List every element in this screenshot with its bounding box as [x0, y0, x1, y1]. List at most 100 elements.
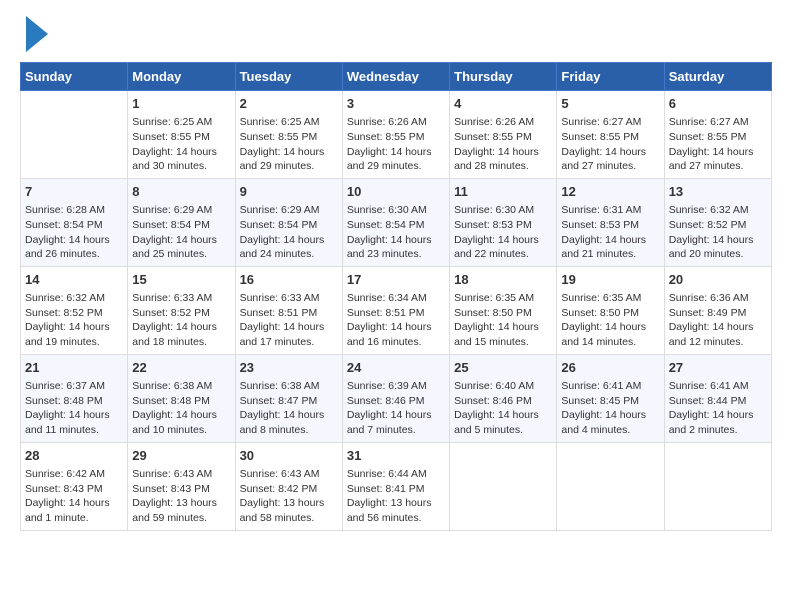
calendar-cell: 21 Sunrise: 6:37 AMSunset: 8:48 PMDayligh…: [21, 354, 128, 442]
calendar-cell: 25 Sunrise: 6:40 AMSunset: 8:46 PMDayligh…: [450, 354, 557, 442]
cell-content: Sunrise: 6:32 AMSunset: 8:52 PMDaylight:…: [25, 291, 123, 350]
day-number: 22: [132, 359, 230, 377]
cell-content: Sunrise: 6:41 AMSunset: 8:44 PMDaylight:…: [669, 379, 767, 438]
cell-content: Sunrise: 6:33 AMSunset: 8:52 PMDaylight:…: [132, 291, 230, 350]
calendar-cell: 27Sunrise: 6:41 AMSunset: 8:44 PMDayligh…: [664, 354, 771, 442]
calendar-cell: 18 Sunrise: 6:35 AMSunset: 8:50 PMDayligh…: [450, 266, 557, 354]
cell-content: Sunrise: 6:38 AMSunset: 8:48 PMDaylight:…: [132, 379, 230, 438]
cell-content: Sunrise: 6:32 AMSunset: 8:52 PMDaylight:…: [669, 203, 767, 262]
calendar-cell: 6 Sunrise: 6:27 AMSunset: 8:55 PMDaylight…: [664, 91, 771, 179]
calendar-cell: 31 Sunrise: 6:44 AMSunset: 8:41 PMDayligh…: [342, 442, 449, 530]
day-number: 29: [132, 447, 230, 465]
calendar-cell: 19 Sunrise: 6:35 AMSunset: 8:50 PMDayligh…: [557, 266, 664, 354]
day-number: 11: [454, 183, 552, 201]
day-number: 14: [25, 271, 123, 289]
day-number: 19: [561, 271, 659, 289]
calendar-cell: 17 Sunrise: 6:34 AMSunset: 8:51 PMDayligh…: [342, 266, 449, 354]
cell-content: Sunrise: 6:27 AMSunset: 8:55 PMDaylight:…: [669, 115, 767, 174]
calendar-cell: 22 Sunrise: 6:38 AMSunset: 8:48 PMDayligh…: [128, 354, 235, 442]
day-number: 21: [25, 359, 123, 377]
calendar-cell: 28 Sunrise: 6:42 AMSunset: 8:43 PMDayligh…: [21, 442, 128, 530]
day-number: 30: [240, 447, 338, 465]
cell-content: Sunrise: 6:26 AMSunset: 8:55 PMDaylight:…: [454, 115, 552, 174]
day-number: 4: [454, 95, 552, 113]
cell-content: Sunrise: 6:39 AMSunset: 8:46 PMDaylight:…: [347, 379, 445, 438]
day-number: 8: [132, 183, 230, 201]
cell-content: Sunrise: 6:30 AMSunset: 8:54 PMDaylight:…: [347, 203, 445, 262]
day-number: 16: [240, 271, 338, 289]
calendar-cell: [21, 91, 128, 179]
header-tuesday: Tuesday: [235, 63, 342, 91]
calendar-week-1: 1 Sunrise: 6:25 AMSunset: 8:55 PMDaylight…: [21, 91, 772, 179]
cell-content: Sunrise: 6:35 AMSunset: 8:50 PMDaylight:…: [561, 291, 659, 350]
cell-content: Sunrise: 6:33 AMSunset: 8:51 PMDaylight:…: [240, 291, 338, 350]
cell-content: Sunrise: 6:30 AMSunset: 8:53 PMDaylight:…: [454, 203, 552, 262]
calendar-cell: 9 Sunrise: 6:29 AMSunset: 8:54 PMDaylight…: [235, 178, 342, 266]
calendar-header-row: SundayMondayTuesdayWednesdayThursdayFrid…: [21, 63, 772, 91]
calendar-week-4: 21 Sunrise: 6:37 AMSunset: 8:48 PMDayligh…: [21, 354, 772, 442]
calendar-cell: 7 Sunrise: 6:28 AMSunset: 8:54 PMDaylight…: [21, 178, 128, 266]
calendar-cell: 14 Sunrise: 6:32 AMSunset: 8:52 PMDayligh…: [21, 266, 128, 354]
header-wednesday: Wednesday: [342, 63, 449, 91]
cell-content: Sunrise: 6:41 AMSunset: 8:45 PMDaylight:…: [561, 379, 659, 438]
day-number: 18: [454, 271, 552, 289]
day-number: 13: [669, 183, 767, 201]
cell-content: Sunrise: 6:31 AMSunset: 8:53 PMDaylight:…: [561, 203, 659, 262]
cell-content: Sunrise: 6:40 AMSunset: 8:46 PMDaylight:…: [454, 379, 552, 438]
cell-content: Sunrise: 6:44 AMSunset: 8:41 PMDaylight:…: [347, 467, 445, 526]
cell-content: Sunrise: 6:43 AMSunset: 8:42 PMDaylight:…: [240, 467, 338, 526]
day-number: 15: [132, 271, 230, 289]
day-number: 24: [347, 359, 445, 377]
header-sunday: Sunday: [21, 63, 128, 91]
day-number: 25: [454, 359, 552, 377]
cell-content: Sunrise: 6:36 AMSunset: 8:49 PMDaylight:…: [669, 291, 767, 350]
calendar-cell: 8 Sunrise: 6:29 AMSunset: 8:54 PMDaylight…: [128, 178, 235, 266]
calendar-cell: 11 Sunrise: 6:30 AMSunset: 8:53 PMDayligh…: [450, 178, 557, 266]
logo-arrow-icon: [26, 16, 48, 52]
calendar-cell: 1 Sunrise: 6:25 AMSunset: 8:55 PMDaylight…: [128, 91, 235, 179]
day-number: 10: [347, 183, 445, 201]
cell-content: Sunrise: 6:26 AMSunset: 8:55 PMDaylight:…: [347, 115, 445, 174]
cell-content: Sunrise: 6:25 AMSunset: 8:55 PMDaylight:…: [132, 115, 230, 174]
cell-content: Sunrise: 6:34 AMSunset: 8:51 PMDaylight:…: [347, 291, 445, 350]
logo: [20, 20, 48, 52]
day-number: 28: [25, 447, 123, 465]
calendar-week-3: 14 Sunrise: 6:32 AMSunset: 8:52 PMDayligh…: [21, 266, 772, 354]
day-number: 20: [669, 271, 767, 289]
day-number: 17: [347, 271, 445, 289]
cell-content: Sunrise: 6:43 AMSunset: 8:43 PMDaylight:…: [132, 467, 230, 526]
calendar-cell: 4 Sunrise: 6:26 AMSunset: 8:55 PMDaylight…: [450, 91, 557, 179]
header-saturday: Saturday: [664, 63, 771, 91]
day-number: 12: [561, 183, 659, 201]
calendar-cell: 12 Sunrise: 6:31 AMSunset: 8:53 PMDayligh…: [557, 178, 664, 266]
calendar-cell: [450, 442, 557, 530]
calendar-cell: 16 Sunrise: 6:33 AMSunset: 8:51 PMDayligh…: [235, 266, 342, 354]
calendar-cell: 20 Sunrise: 6:36 AMSunset: 8:49 PMDayligh…: [664, 266, 771, 354]
cell-content: Sunrise: 6:27 AMSunset: 8:55 PMDaylight:…: [561, 115, 659, 174]
day-number: 2: [240, 95, 338, 113]
cell-content: Sunrise: 6:37 AMSunset: 8:48 PMDaylight:…: [25, 379, 123, 438]
day-number: 9: [240, 183, 338, 201]
cell-content: Sunrise: 6:28 AMSunset: 8:54 PMDaylight:…: [25, 203, 123, 262]
cell-content: Sunrise: 6:25 AMSunset: 8:55 PMDaylight:…: [240, 115, 338, 174]
header-monday: Monday: [128, 63, 235, 91]
day-number: 7: [25, 183, 123, 201]
day-number: 23: [240, 359, 338, 377]
calendar-cell: [664, 442, 771, 530]
day-number: 26: [561, 359, 659, 377]
calendar-cell: 10 Sunrise: 6:30 AMSunset: 8:54 PMDayligh…: [342, 178, 449, 266]
calendar-week-5: 28 Sunrise: 6:42 AMSunset: 8:43 PMDayligh…: [21, 442, 772, 530]
calendar-cell: 3Sunrise: 6:26 AMSunset: 8:55 PMDaylight…: [342, 91, 449, 179]
cell-content: Sunrise: 6:29 AMSunset: 8:54 PMDaylight:…: [132, 203, 230, 262]
day-number: 1: [132, 95, 230, 113]
calendar-table: SundayMondayTuesdayWednesdayThursdayFrid…: [20, 62, 772, 531]
header-thursday: Thursday: [450, 63, 557, 91]
day-number: 31: [347, 447, 445, 465]
cell-content: Sunrise: 6:35 AMSunset: 8:50 PMDaylight:…: [454, 291, 552, 350]
day-number: 5: [561, 95, 659, 113]
cell-content: Sunrise: 6:29 AMSunset: 8:54 PMDaylight:…: [240, 203, 338, 262]
calendar-cell: 29 Sunrise: 6:43 AMSunset: 8:43 PMDayligh…: [128, 442, 235, 530]
cell-content: Sunrise: 6:42 AMSunset: 8:43 PMDaylight:…: [25, 467, 123, 526]
day-number: 6: [669, 95, 767, 113]
calendar-cell: 5 Sunrise: 6:27 AMSunset: 8:55 PMDaylight…: [557, 91, 664, 179]
